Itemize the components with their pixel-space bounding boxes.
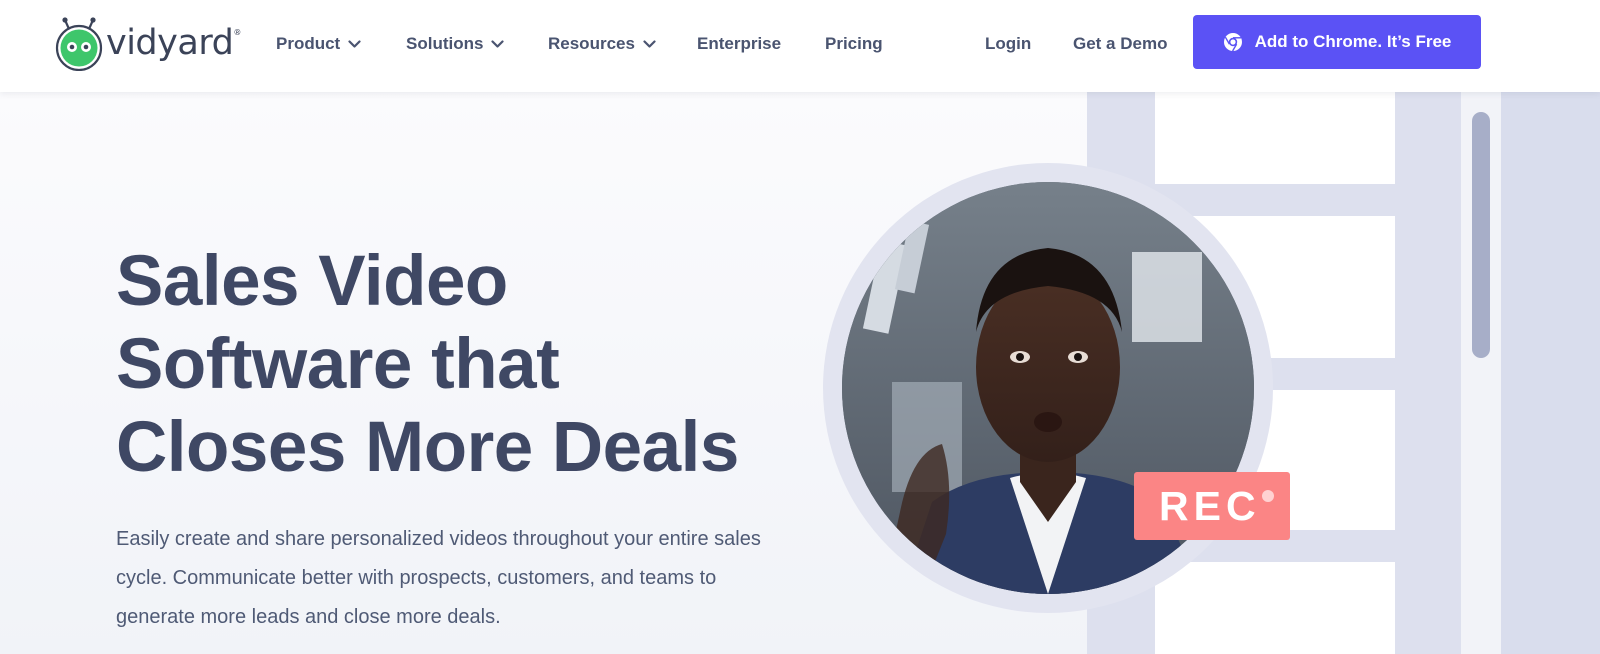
nav-product-label: Product xyxy=(276,34,341,53)
nav-resources-label: Resources xyxy=(548,34,635,53)
decorative-card xyxy=(1155,92,1395,184)
nav-resources[interactable]: Resources xyxy=(548,32,656,56)
logo-wordmark: vidyard xyxy=(106,23,234,63)
registered-mark: ® xyxy=(233,28,242,37)
site-header: vidyard ® Product Solutions Resources En… xyxy=(0,0,1600,92)
recording-dot-icon xyxy=(1262,490,1274,502)
get-demo-label: Get a Demo xyxy=(1073,34,1168,53)
decorative-card xyxy=(1155,562,1395,654)
add-to-chrome-label: Add to Chrome. It’s Free xyxy=(1254,32,1452,51)
hero-subtext: Easily create and share personalized vid… xyxy=(116,528,761,628)
rec-label: REC xyxy=(1159,482,1261,529)
nav-pricing[interactable]: Pricing xyxy=(825,32,883,56)
nav-enterprise-label: Enterprise xyxy=(697,34,782,53)
robot-logo-icon xyxy=(55,17,103,71)
get-demo-link[interactable]: Get a Demo xyxy=(1073,32,1167,56)
nav-enterprise[interactable]: Enterprise xyxy=(697,32,781,56)
nav-pricing-label: Pricing xyxy=(825,34,883,53)
chevron-down-icon xyxy=(491,40,505,48)
add-to-chrome-button[interactable]: Add to Chrome. It’s Free xyxy=(1193,15,1481,69)
vidyard-logo[interactable]: vidyard ® xyxy=(55,16,241,72)
nav-product[interactable]: Product xyxy=(276,32,361,56)
rec-badge: REC xyxy=(1134,472,1290,540)
chevron-down-icon xyxy=(348,40,361,48)
chrome-icon xyxy=(1223,33,1242,52)
nav-solutions[interactable]: Solutions xyxy=(406,32,505,56)
nav-solutions-label: Solutions xyxy=(406,34,484,53)
scrollbar-thumb[interactable] xyxy=(1472,112,1490,358)
decorative-side-track xyxy=(1501,92,1600,654)
chevron-down-icon xyxy=(643,40,656,48)
login-link[interactable]: Login xyxy=(985,32,1031,56)
hero-headline: Sales Video Software that Closes More De… xyxy=(116,242,739,487)
login-label: Login xyxy=(985,34,1032,53)
